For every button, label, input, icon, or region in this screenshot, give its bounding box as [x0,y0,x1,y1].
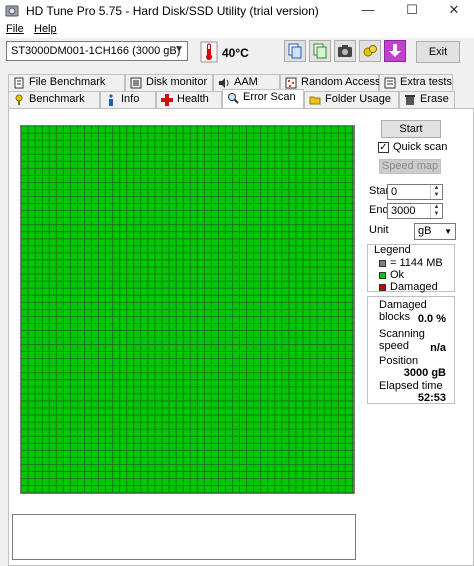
end-field[interactable]: 3000 ▲ ▼ [387,203,443,219]
chevron-down-icon: ▼ [174,44,184,55]
block-map [20,125,355,494]
tab-error-scan[interactable]: Error Scan [222,89,304,108]
tab-erase[interactable]: Erase [399,91,455,108]
spin-arrows-icon[interactable]: ▲ ▼ [430,185,442,199]
legend-damaged-label: Damaged [390,281,438,293]
spin-arrows-icon[interactable]: ▲ ▼ [430,204,442,218]
start-field-value: 0 [391,186,398,198]
drive-select-value: ST3000DM001-1CH166 (3000 gB) [11,45,181,57]
block-map-grid [21,126,354,493]
tab-error-scan-label: Error Scan [243,91,296,103]
copy-icon [288,43,302,59]
stats-group: Damaged blocks 0.0 % Scanning speed n/a … [367,296,455,404]
tab-info-label: Info [121,93,140,105]
elapsed-time-label: Elapsed time [379,380,443,392]
speed-map-button[interactable]: Speed map [379,159,441,174]
copy-all-icon [313,43,327,59]
menu-file[interactable]: File [6,23,24,35]
quick-scan-label: Quick scan [393,141,448,153]
copy-info-button[interactable] [284,40,306,62]
health-cross-icon [161,94,173,106]
position-label: Position [379,355,419,367]
legend-damaged-swatch [379,284,386,291]
tab-disk-monitor[interactable]: Disk monitor [125,74,213,91]
tab-file-benchmark[interactable]: File Benchmark [8,74,125,91]
quick-scan-checkbox[interactable]: ✓ [378,142,389,153]
maximize-button[interactable]: ☐ [392,0,432,20]
info-icon [109,94,113,106]
title-bar: HD Tune Pro 5.75 - Hard Disk/SSD Utility… [0,0,474,22]
tab-health[interactable]: Health [156,91,222,108]
log-area [12,514,356,560]
benchmark-icon [15,94,23,105]
legend-block-size: = 1144 MB [390,257,443,269]
tab-row-bottom: Benchmark Info Health Error Scan Folder … [8,89,474,108]
legend-title: Legend [374,244,411,256]
tab-extra-tests-label: Extra tests [400,76,452,88]
temperature-readout: 40°C [222,46,249,60]
screenshot-button[interactable] [334,40,356,62]
extra-tests-icon [384,77,396,89]
legend-block-swatch [379,260,386,267]
random-access-icon [285,77,297,89]
tab-health-label: Health [177,93,209,105]
damaged-blocks-value: 0.0 % [417,313,446,325]
unit-select-value: gB [418,225,432,237]
legend-ok-swatch [379,272,386,279]
download-arrow-icon [389,44,401,57]
tab-extra-tests[interactable]: Extra tests [379,74,453,91]
disk-monitor-icon [130,77,142,89]
erase-icon [405,95,415,105]
options-icon [363,45,377,57]
file-benchmark-icon [14,77,24,89]
options-button[interactable] [359,40,381,62]
start-field[interactable]: 0 ▲ ▼ [387,184,443,200]
tab-benchmark[interactable]: Benchmark [8,91,100,108]
error-scan-panel: Start ✓ Quick scan Speed map Start 0 ▲ ▼ … [8,108,474,566]
toolbar: ST3000DM001-1CH166 (3000 gB) ▼ 40°C Exit [0,38,474,70]
position-value: 3000 gB [403,367,446,379]
speaker-icon [219,78,229,88]
minimize-button[interactable]: — [348,0,388,20]
menu-bar: File Help [0,22,474,38]
tab-erase-label: Erase [420,93,449,105]
exit-button[interactable]: Exit [416,41,460,63]
tab-benchmark-label: Benchmark [29,93,85,105]
tab-folder-usage-label: Folder Usage [325,93,392,105]
window-title: HD Tune Pro 5.75 - Hard Disk/SSD Utility… [26,4,319,18]
drive-select[interactable]: ST3000DM001-1CH166 (3000 gB) ▼ [6,41,188,61]
tab-folder-usage[interactable]: Folder Usage [304,91,399,108]
legend-ok-label: Ok [390,269,405,281]
save-button[interactable] [384,40,406,62]
tab-file-benchmark-label: File Benchmark [29,76,106,88]
folder-icon [309,96,321,105]
unit-label: Unit [369,224,389,236]
copy-all-button[interactable] [309,40,331,62]
scanning-speed-value: n/a [430,342,446,354]
close-button[interactable]: ✕ [434,0,474,20]
end-field-label: End [369,204,389,216]
chevron-down-icon: ▼ [444,227,452,236]
tab-random-access-label: Random Access [301,76,381,88]
magnifier-icon [228,93,239,104]
app-icon [5,5,19,17]
end-field-value: 3000 [391,205,416,217]
camera-icon [338,45,352,57]
thermometer-icon [200,41,218,63]
tab-info[interactable]: Info [100,91,156,108]
elapsed-time-value: 52:53 [417,392,446,404]
unit-select[interactable]: gB ▼ [414,223,456,240]
tab-disk-monitor-label: Disk monitor [146,76,208,88]
tab-aam-label: AAM [234,76,258,88]
menu-help[interactable]: Help [34,23,57,35]
start-button[interactable]: Start [381,120,441,138]
legend-group: Legend = 1144 MB Ok Damaged [367,244,455,293]
